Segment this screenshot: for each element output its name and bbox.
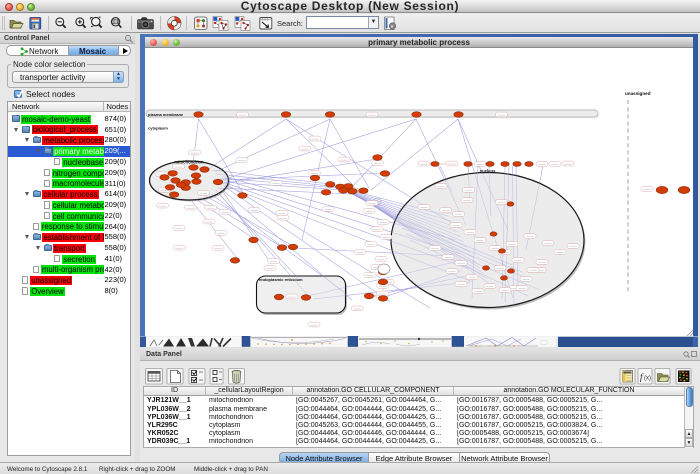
svg-text:plasma membrane: plasma membrane: [148, 112, 184, 117]
svg-text:unassigned: unassigned: [625, 91, 651, 96]
svg-text:(x): (x): [644, 376, 651, 382]
svg-text:cytoplasm: cytoplasm: [148, 126, 168, 131]
svg-text:endoplasmic reticulum: endoplasmic reticulum: [259, 277, 303, 282]
svg-text:mitochondrion: mitochondrion: [174, 160, 204, 165]
